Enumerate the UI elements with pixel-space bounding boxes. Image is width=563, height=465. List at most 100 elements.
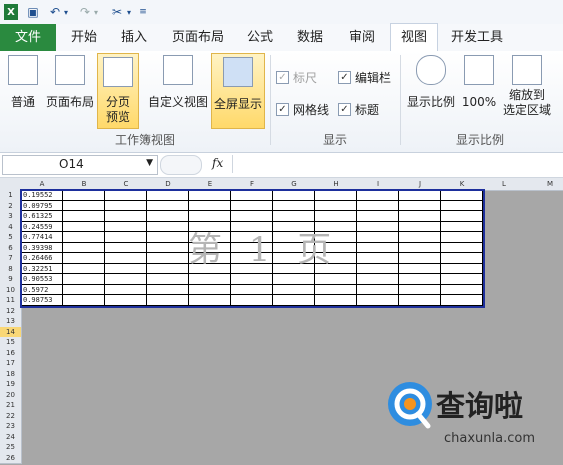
table-cell[interactable] bbox=[441, 263, 483, 274]
zoom-button[interactable]: 显示比例 bbox=[406, 55, 456, 110]
table-cell[interactable] bbox=[357, 232, 399, 243]
customize-toolbar-icon[interactable]: ≡ bbox=[138, 4, 148, 20]
column-header[interactable]: M bbox=[525, 178, 563, 191]
table-cell[interactable] bbox=[315, 284, 357, 295]
tools-dropdown-icon[interactable]: ▾ bbox=[125, 4, 133, 20]
table-cell[interactable] bbox=[441, 253, 483, 264]
cell-value[interactable]: 0.5972 bbox=[21, 284, 63, 295]
table-cell[interactable] bbox=[105, 284, 147, 295]
undo-dropdown-icon[interactable]: ▾ bbox=[62, 4, 70, 20]
cell-value[interactable]: 0.19552 bbox=[21, 190, 63, 201]
table-cell[interactable] bbox=[63, 200, 105, 211]
table-cell[interactable] bbox=[231, 284, 273, 295]
table-cell[interactable] bbox=[63, 295, 105, 306]
table-cell[interactable] bbox=[399, 284, 441, 295]
table-cell[interactable] bbox=[357, 284, 399, 295]
table-cell[interactable] bbox=[105, 221, 147, 232]
table-cell[interactable] bbox=[189, 295, 231, 306]
table-cell[interactable] bbox=[399, 211, 441, 222]
cell-value[interactable]: 0.77414 bbox=[21, 232, 63, 243]
tab-file[interactable]: 文件 bbox=[0, 24, 56, 51]
name-box[interactable]: O14 ▼ bbox=[2, 155, 158, 175]
table-cell[interactable] bbox=[147, 253, 189, 264]
table-cell[interactable] bbox=[231, 274, 273, 285]
table-cell[interactable] bbox=[63, 190, 105, 201]
table-cell[interactable] bbox=[441, 221, 483, 232]
column-header[interactable]: L bbox=[483, 178, 526, 191]
table-cell[interactable] bbox=[357, 200, 399, 211]
table-cell[interactable] bbox=[441, 242, 483, 253]
table-cell[interactable] bbox=[441, 295, 483, 306]
table-cell[interactable] bbox=[63, 242, 105, 253]
table-cell[interactable] bbox=[273, 284, 315, 295]
table-cell[interactable] bbox=[399, 232, 441, 243]
table-cell[interactable] bbox=[147, 232, 189, 243]
table-cell[interactable] bbox=[147, 263, 189, 274]
table-cell[interactable] bbox=[63, 221, 105, 232]
cell-value[interactable]: 0.98753 bbox=[21, 295, 63, 306]
table-cell[interactable] bbox=[441, 232, 483, 243]
table-cell[interactable] bbox=[399, 274, 441, 285]
table-cell[interactable] bbox=[273, 200, 315, 211]
table-cell[interactable] bbox=[399, 295, 441, 306]
table-cell[interactable] bbox=[63, 274, 105, 285]
custom-views-button[interactable]: 自定义视图 bbox=[146, 55, 210, 110]
insert-function-icon[interactable]: fx bbox=[212, 156, 223, 170]
table-cell[interactable] bbox=[441, 211, 483, 222]
table-cell[interactable] bbox=[105, 190, 147, 201]
normal-view-button[interactable]: 普通 bbox=[4, 55, 42, 110]
table-cell[interactable] bbox=[399, 221, 441, 232]
table-cell[interactable] bbox=[147, 200, 189, 211]
ruler-checkbox[interactable]: ✓ 标尺 bbox=[276, 69, 317, 86]
table-cell[interactable] bbox=[105, 200, 147, 211]
table-cell[interactable] bbox=[315, 200, 357, 211]
table-cell[interactable] bbox=[441, 284, 483, 295]
tab-review[interactable]: 审阅 bbox=[344, 24, 380, 51]
table-cell[interactable] bbox=[357, 221, 399, 232]
redo-icon[interactable]: ↷ bbox=[78, 4, 92, 20]
tab-data[interactable]: 数据 bbox=[292, 24, 328, 51]
table-cell[interactable] bbox=[147, 221, 189, 232]
table-cell[interactable] bbox=[315, 190, 357, 201]
table-cell[interactable] bbox=[273, 190, 315, 201]
table-cell[interactable] bbox=[189, 284, 231, 295]
full-screen-button[interactable]: 全屏显示 bbox=[211, 53, 265, 129]
page-layout-view-button[interactable]: 页面布局 bbox=[44, 55, 96, 110]
table-cell[interactable] bbox=[399, 242, 441, 253]
table-cell[interactable] bbox=[273, 295, 315, 306]
table-cell[interactable] bbox=[357, 190, 399, 201]
row-header[interactable]: 26 bbox=[0, 452, 22, 464]
table-cell[interactable] bbox=[399, 263, 441, 274]
table-cell[interactable] bbox=[189, 190, 231, 201]
table-cell[interactable] bbox=[189, 274, 231, 285]
tab-view[interactable]: 视图 bbox=[390, 23, 438, 53]
table-cell[interactable] bbox=[357, 242, 399, 253]
table-cell[interactable] bbox=[63, 232, 105, 243]
gridlines-checkbox[interactable]: ✓ 网格线 bbox=[276, 101, 329, 118]
table-cell[interactable] bbox=[231, 295, 273, 306]
table-cell[interactable] bbox=[105, 211, 147, 222]
cell-value[interactable]: 0.39398 bbox=[21, 242, 63, 253]
tab-formulas[interactable]: 公式 bbox=[242, 24, 278, 51]
table-cell[interactable] bbox=[357, 295, 399, 306]
table-cell[interactable] bbox=[147, 190, 189, 201]
cell-value[interactable]: 0.24559 bbox=[21, 221, 63, 232]
table-cell[interactable] bbox=[315, 274, 357, 285]
table-cell[interactable] bbox=[231, 190, 273, 201]
table-cell[interactable] bbox=[315, 295, 357, 306]
cell-value[interactable]: 0.26466 bbox=[21, 253, 63, 264]
tab-developer[interactable]: 开发工具 bbox=[446, 24, 508, 51]
table-cell[interactable] bbox=[63, 253, 105, 264]
table-cell[interactable] bbox=[441, 190, 483, 201]
save-icon[interactable]: ▣ bbox=[26, 4, 40, 20]
table-cell[interactable] bbox=[189, 200, 231, 211]
cell-value[interactable]: 0.32251 bbox=[21, 263, 63, 274]
table-cell[interactable] bbox=[147, 274, 189, 285]
table-cell[interactable] bbox=[147, 242, 189, 253]
cell-value[interactable]: 0.90553 bbox=[21, 274, 63, 285]
formula-bar-handle[interactable] bbox=[160, 155, 202, 175]
headings-checkbox[interactable]: ✓ 标题 bbox=[338, 101, 379, 118]
table-cell[interactable] bbox=[273, 211, 315, 222]
redo-dropdown-icon[interactable]: ▾ bbox=[92, 4, 100, 20]
undo-icon[interactable]: ↶ bbox=[48, 4, 62, 20]
